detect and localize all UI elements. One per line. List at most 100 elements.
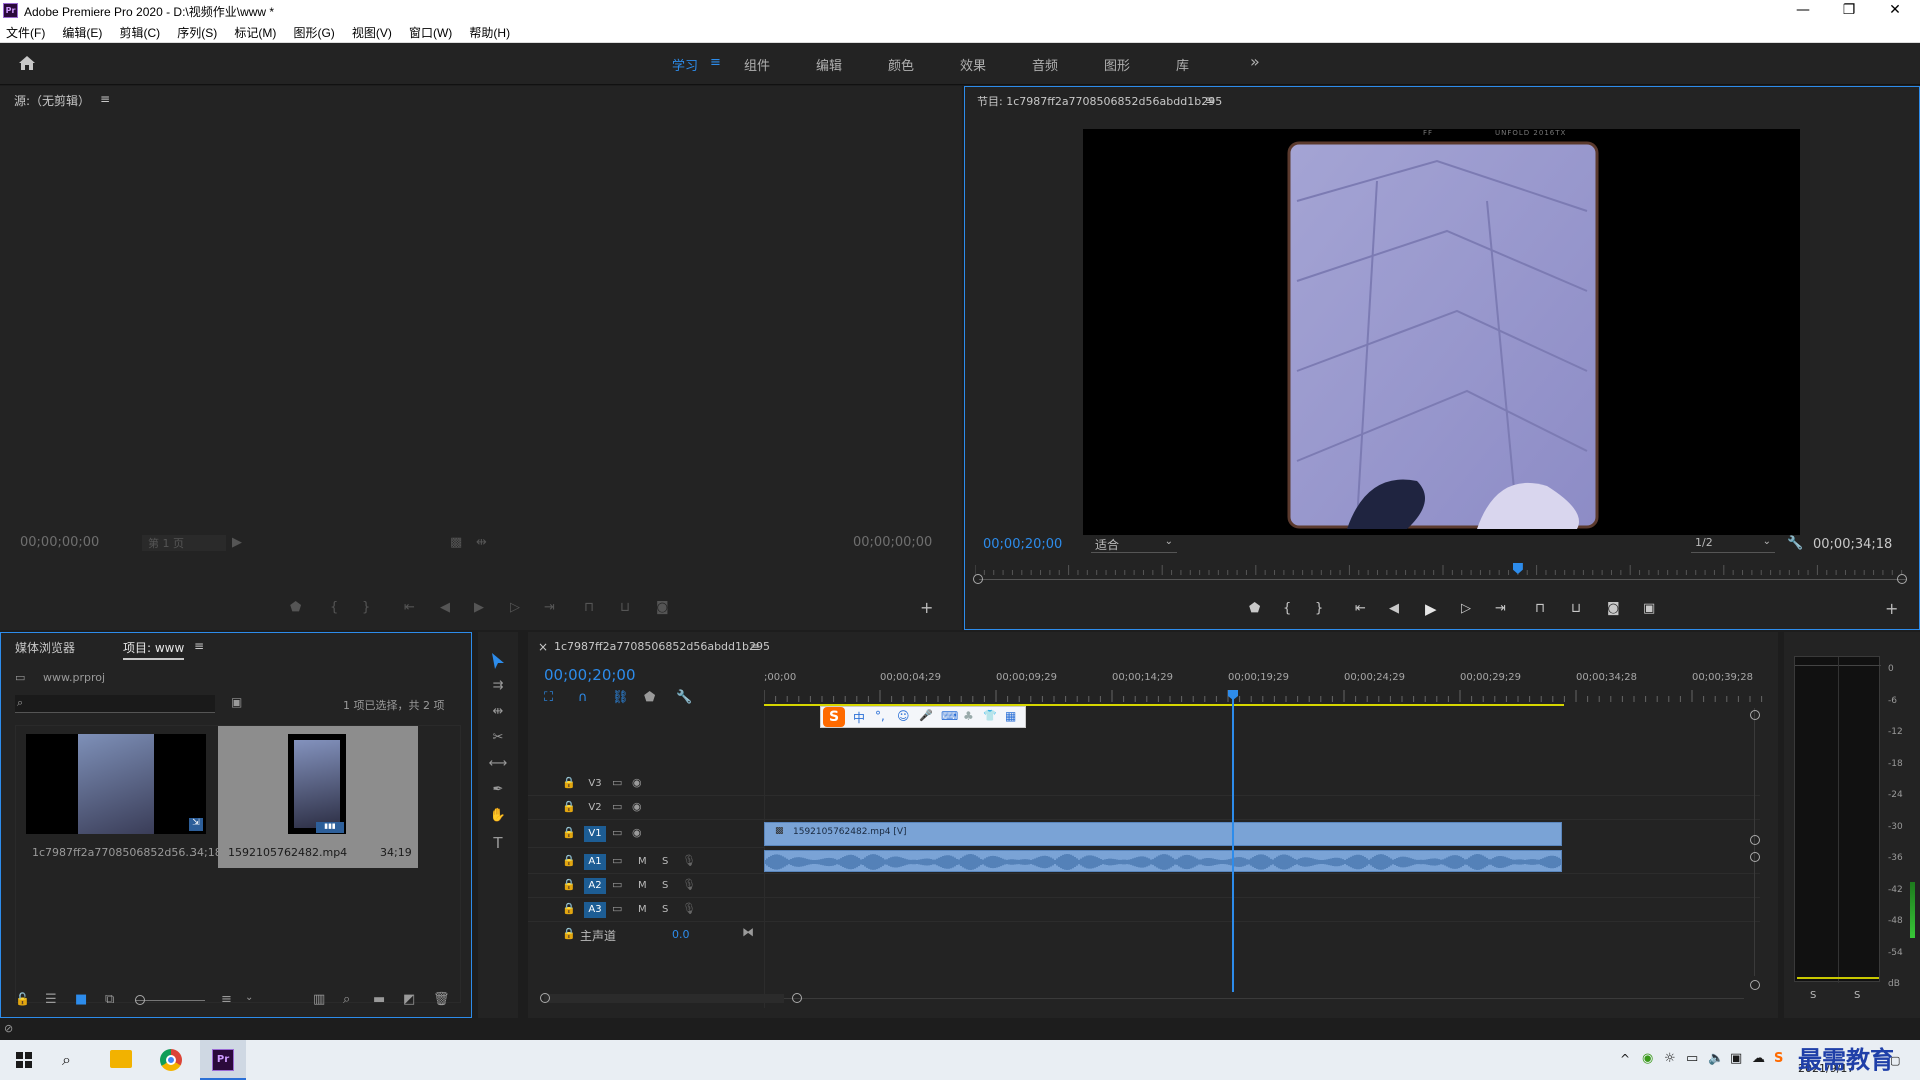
program-current-timecode[interactable]: 00;00;20;00 (983, 537, 1062, 552)
freeform-view-icon[interactable]: ⧉ (105, 992, 114, 1007)
sync-lock-icon[interactable]: ▭ (612, 878, 622, 891)
project-menu-icon[interactable]: ≡ (194, 639, 204, 653)
track-lock-icon[interactable]: 🔒 (562, 826, 576, 839)
program-goto-in-icon[interactable]: ⇤ (1355, 601, 1366, 616)
track-lock-icon[interactable]: 🔒 (562, 878, 576, 891)
program-add-marker-icon[interactable]: ⬟ (1249, 601, 1260, 616)
program-compare-icon[interactable]: ▣ (1643, 601, 1655, 616)
track-lock-icon[interactable]: 🔒 (562, 927, 576, 940)
mute-button[interactable]: M (638, 856, 647, 867)
program-step-forward-icon[interactable]: ▷ (1461, 601, 1471, 616)
ime-chinese-mode[interactable]: 中 (853, 709, 865, 726)
menu-edit[interactable]: 编辑(E) (56, 21, 108, 41)
program-settings-wrench-icon[interactable]: 🔧 (1787, 536, 1803, 551)
workspace-tab-graphics[interactable]: 图形 (1104, 55, 1130, 74)
source-goto-out-icon[interactable]: ⇥ (544, 600, 555, 615)
track-lock-icon[interactable]: 🔒 (562, 902, 576, 915)
source-step-back-icon[interactable]: ◀ (440, 600, 450, 615)
track-label[interactable]: A1 (584, 854, 606, 870)
source-timecode[interactable]: 00;00;00;00 (20, 535, 99, 550)
track-lock-icon[interactable]: 🔒 (562, 800, 576, 813)
source-page-next-icon[interactable]: ▶ (232, 535, 242, 550)
tray-app-icon[interactable]: ◉ (1642, 1051, 1653, 1066)
menu-window[interactable]: 窗口(W) (403, 21, 458, 41)
source-export-frame-icon[interactable]: ◙ (656, 600, 669, 615)
timeline-settings-wrench-icon[interactable]: 🔧 (676, 690, 692, 705)
eye-icon[interactable]: ◉ (632, 800, 642, 813)
source-audio-icon[interactable]: ⇹ (476, 535, 487, 550)
program-zoom-handle-left[interactable] (973, 574, 983, 584)
status-icon[interactable]: ⊘ (4, 1022, 13, 1035)
snap-magnet-icon[interactable]: ∩ (578, 690, 588, 705)
project-item-clip-selected[interactable]: ▮▮▮ 1592105762482.mp4 34;19 (218, 726, 418, 868)
tray-sogou-icon[interactable]: ☼ (1664, 1051, 1676, 1066)
program-zoom-handle-right[interactable] (1897, 574, 1907, 584)
notification-icon[interactable]: ▢ (1890, 1054, 1900, 1067)
sync-lock-icon[interactable]: ▭ (612, 776, 622, 789)
tray-cloud-icon[interactable]: ☁ (1752, 1051, 1765, 1066)
tab-media-browser[interactable]: 媒体浏览器 (15, 639, 75, 656)
find-icon[interactable]: ⌕ (343, 992, 350, 1007)
restore-button[interactable]: ❐ (1826, 0, 1872, 21)
track-content-area[interactable]: ▩ 1592105762482.mp4 [V] (764, 772, 1760, 952)
program-resolution-dropdown[interactable]: 1/2 ⌄ (1691, 536, 1775, 553)
nest-icon[interactable]: ⛶ (544, 690, 553, 705)
tray-ime-icon[interactable]: S (1774, 1051, 1783, 1066)
audio-clip[interactable] (764, 850, 1562, 872)
eye-icon[interactable]: ◉ (632, 826, 642, 839)
taskbar-search-icon[interactable]: ⌕ (62, 1050, 71, 1070)
sync-lock-icon[interactable]: ▭ (612, 902, 622, 915)
source-add-button-icon[interactable]: + (920, 598, 933, 617)
chevron-down-icon[interactable]: ⌄ (245, 992, 253, 1003)
source-insert-button-icon[interactable]: ⊓ (584, 600, 594, 615)
taskbar-premiere-active[interactable]: Pr (200, 1040, 246, 1080)
program-lift-icon[interactable]: ⊓ (1535, 601, 1545, 616)
new-bin-icon[interactable]: ▬ (373, 992, 385, 1007)
workspace-tab-audio[interactable]: 音频 (1032, 55, 1058, 74)
microphone-icon[interactable]: 🎙 (682, 854, 696, 867)
workspace-tab-editing[interactable]: 编辑 (816, 55, 842, 74)
type-tool-icon[interactable]: T (488, 834, 508, 852)
program-video-frame[interactable]: FF UNFOLD 2016TX (1083, 129, 1800, 535)
tray-display-icon[interactable]: ▣ (1730, 1051, 1742, 1066)
timeline-ruler[interactable]: ;00;00 00;00;04;29 00;00;09;29 00;00;14;29 0… (764, 668, 1764, 704)
ime-toolbar[interactable]: S 中 °, ☺ 🎤 ⌨ ♣ 👕 ▦ (820, 706, 1026, 728)
meter-solo-left[interactable]: S (1810, 990, 1816, 1001)
track-label[interactable]: A2 (584, 878, 606, 894)
workspace-more-icon[interactable]: » (1250, 52, 1260, 71)
program-mark-in-icon[interactable]: { (1283, 601, 1291, 616)
workspace-menu-icon[interactable]: ≡ (710, 55, 721, 70)
master-track-expand-icon[interactable]: ⧓ (742, 925, 754, 939)
razor-tool-icon[interactable]: ✂ (488, 730, 508, 745)
sync-lock-icon[interactable]: ▭ (612, 800, 622, 813)
track-label[interactable]: V2 (584, 802, 606, 813)
automate-to-sequence-icon[interactable]: ▥ (313, 992, 325, 1007)
workspace-tab-effects[interactable]: 效果 (960, 55, 986, 74)
program-extract-icon[interactable]: ⊔ (1571, 601, 1581, 616)
timeline-playhead[interactable] (1232, 692, 1234, 992)
menu-file[interactable]: 文件(F) (0, 21, 51, 41)
menu-view[interactable]: 视图(V) (346, 21, 398, 41)
track-lock-icon[interactable]: 🔒 (562, 854, 576, 867)
program-export-frame-icon[interactable]: ◙ (1607, 601, 1620, 616)
program-time-ruler[interactable] (975, 563, 1911, 575)
linked-selection-icon[interactable]: ⛓ (612, 690, 629, 705)
file-explorer-icon[interactable] (110, 1050, 132, 1068)
tray-chevron-icon[interactable]: ^ (1620, 1052, 1630, 1066)
new-bin-from-search-icon[interactable]: ▣ (231, 695, 242, 709)
timeline-menu-icon[interactable]: ≡ (750, 640, 760, 654)
menu-graphics[interactable]: 图形(G) (287, 21, 340, 41)
microphone-icon[interactable]: 🎙 (682, 902, 696, 915)
menu-sequence[interactable]: 序列(S) (171, 21, 223, 41)
chrome-icon[interactable] (160, 1049, 182, 1071)
program-menu-icon[interactable]: ≡ (1205, 93, 1215, 107)
source-insert-icon[interactable]: ▩ (450, 535, 462, 550)
close-button[interactable]: ✕ (1872, 0, 1918, 21)
icon-view-icon[interactable]: ■ (75, 992, 87, 1007)
solo-button[interactable]: S (662, 904, 668, 915)
scroll-handle[interactable] (792, 993, 802, 1003)
eye-icon[interactable]: ◉ (632, 776, 642, 789)
ime-tools-icon[interactable]: ♣ (963, 709, 974, 723)
zoom-slider[interactable] (135, 1000, 205, 1001)
mute-button[interactable]: M (638, 904, 647, 915)
